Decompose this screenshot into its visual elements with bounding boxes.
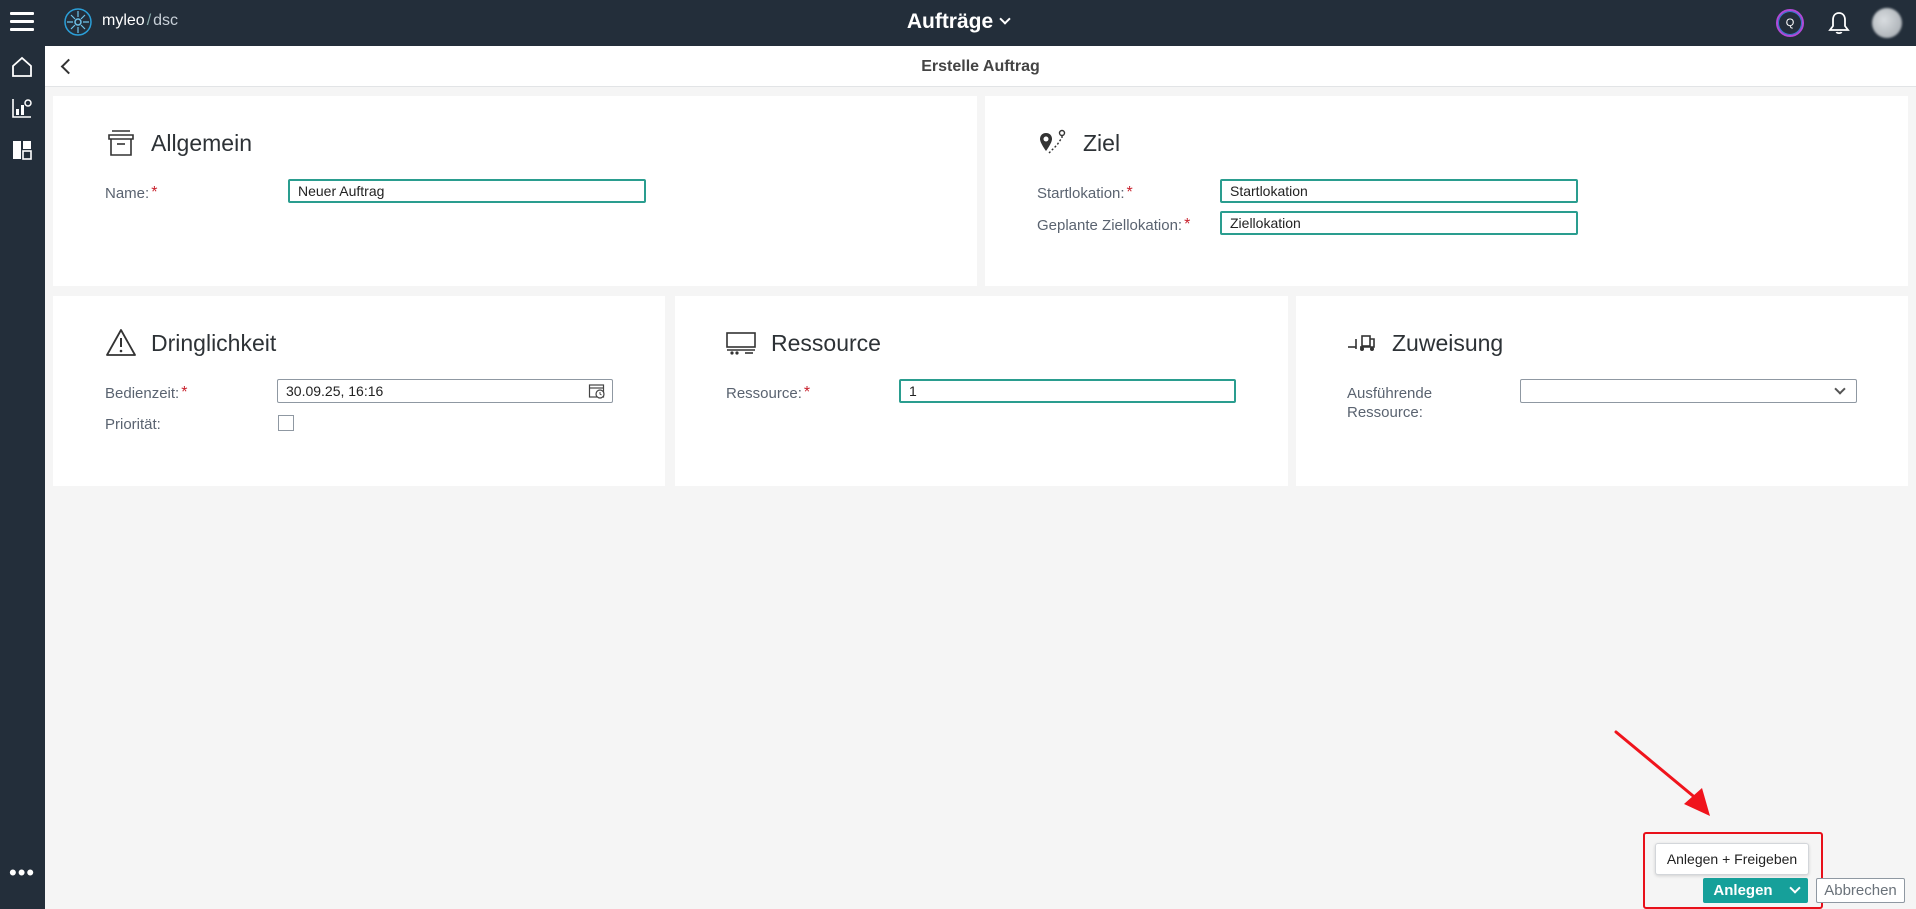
bedienzeit-value: 30.09.25, 16:16 (286, 383, 384, 399)
prioritaet-label-text: Priorität: (105, 416, 161, 433)
prioritaet-label: Priorität: (105, 416, 161, 433)
section-header: Allgemein (105, 126, 252, 160)
menu-icon[interactable] (10, 12, 34, 32)
notification-bell-icon[interactable] (1826, 10, 1852, 36)
required-marker: * (151, 184, 158, 201)
annotation-arrow-icon (1614, 730, 1710, 816)
bedienzeit-input[interactable]: 30.09.25, 16:16 (277, 379, 613, 403)
anlegen-button[interactable]: Anlegen (1703, 878, 1783, 903)
q-assistant-icon[interactable]: Q (1776, 9, 1804, 37)
side-navigation: ••• (0, 46, 45, 909)
box-icon (108, 130, 134, 156)
required-marker: * (1184, 216, 1191, 233)
route-pin-icon (1040, 129, 1066, 154)
section-header: Zuweisung (1346, 326, 1503, 360)
section-allgemein: Allgemein Name: * Neuer Auftrag (53, 96, 977, 286)
prioritaet-checkbox[interactable] (278, 415, 294, 431)
name-input[interactable]: Neuer Auftrag (288, 179, 646, 203)
required-marker: * (803, 384, 811, 401)
ausfuehrende-label-line1: Ausführende (1347, 385, 1433, 402)
anlegen-freigeben-menu-item[interactable]: Anlegen + Freigeben (1655, 843, 1809, 875)
analytics-icon[interactable] (9, 95, 35, 121)
start-label: Startlokation: * (1037, 184, 1133, 202)
section-header: Ressource (725, 326, 881, 360)
section-zuweisung: Zuweisung Ausführende Ressource: (1296, 296, 1908, 486)
section-dringlichkeit: Dringlichkeit Bedienzeit: * 30.09.25, 16:… (53, 296, 665, 486)
ressource-input[interactable]: 1 (899, 379, 1236, 403)
ressource-label-text: Ressource: (726, 384, 802, 402)
bedienzeit-label: Bedienzeit: * (105, 384, 187, 402)
forklift-icon (1348, 335, 1375, 351)
app-switcher-button[interactable] (940, 6, 1056, 40)
dashboard-icon[interactable] (9, 137, 35, 163)
section-ziel: Ziel Startlokation: * Startlokation Gepla… (985, 96, 1908, 286)
ausfuehrende-ressource-select[interactable] (1520, 379, 1857, 403)
brand-name: myleo / dsc (102, 12, 178, 30)
section-title: Allgemein (151, 129, 252, 156)
more-icon[interactable]: ••• (9, 862, 35, 884)
calendar-clock-icon[interactable] (588, 382, 606, 400)
abbrechen-button[interactable]: Abbrechen (1816, 878, 1905, 903)
page-header: Erstelle Auftrag (45, 46, 1916, 87)
top-bar: myleo / dsc Aufträge Q (0, 0, 1916, 46)
brand-myleo: myleo (102, 12, 145, 29)
vehicle-icon (726, 332, 756, 355)
section-header: Dringlichkeit (105, 326, 276, 360)
brand-dsc: dsc (153, 12, 179, 29)
start-location-input[interactable]: Startlokation (1220, 179, 1578, 203)
start-label-text: Startlokation: (1037, 184, 1125, 202)
section-title: Dringlichkeit (151, 329, 277, 356)
required-marker: * (1126, 184, 1133, 201)
user-avatar[interactable] (1872, 8, 1902, 38)
ressource-label: Ressource: * (726, 384, 810, 402)
ziel-label-text: Geplante Ziellokation: (1037, 216, 1183, 234)
name-label: Name: * (105, 184, 157, 202)
page-title: Erstelle Auftrag (921, 58, 1040, 75)
ziel-label: Geplante Ziellokation: * (1037, 216, 1190, 234)
name-label-text: Name: (105, 184, 150, 202)
brand-separator: / (146, 12, 152, 29)
section-title: Zuweisung (1392, 329, 1504, 356)
section-title: Ressource (771, 329, 881, 356)
chevron-down-icon (1834, 383, 1846, 395)
warning-icon (106, 329, 136, 356)
section-header: Ziel (1037, 126, 1120, 160)
myleo-logo-icon[interactable] (62, 6, 94, 38)
ausfuehrende-label: Ausführende Ressource: (1347, 384, 1432, 422)
anlegen-dropdown-button[interactable] (1783, 878, 1808, 903)
section-title: Ziel (1083, 129, 1121, 156)
required-marker: * (181, 384, 188, 401)
ausfuehrende-label-line2: Ressource: (1347, 404, 1423, 421)
section-ressource: Ressource Ressource: * 1 (675, 296, 1288, 486)
home-icon[interactable] (9, 54, 35, 80)
target-location-input[interactable]: Ziellokation (1220, 211, 1578, 235)
bedienzeit-label-text: Bedienzeit: (105, 384, 180, 402)
